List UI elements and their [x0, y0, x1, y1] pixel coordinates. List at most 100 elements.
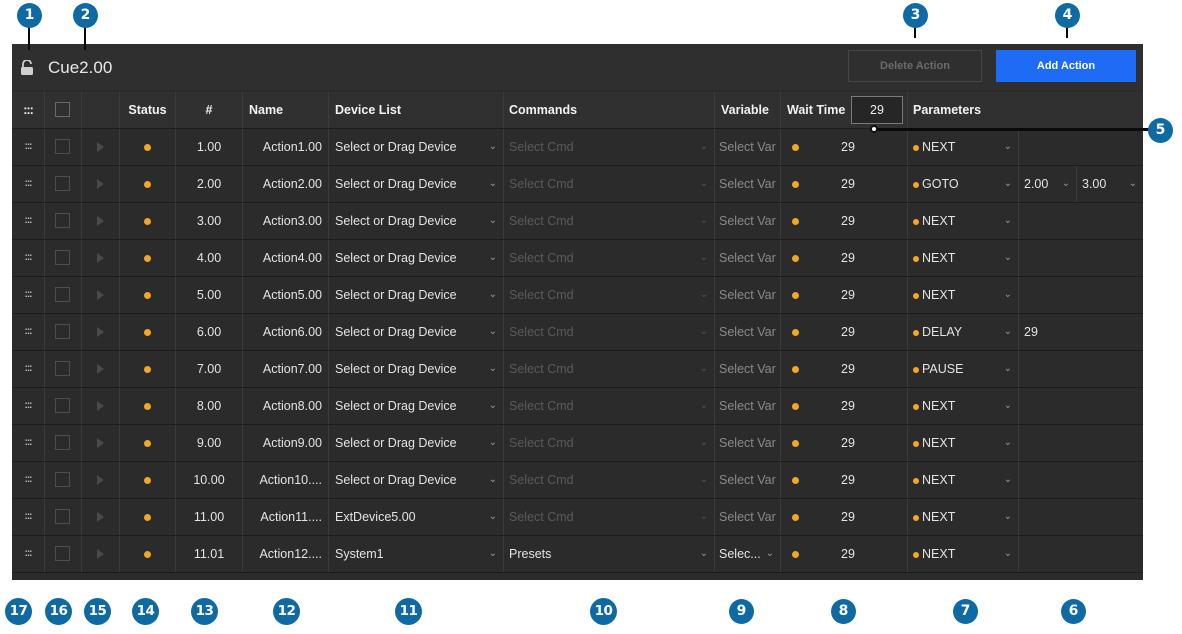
action-name[interactable]: Action11....	[243, 499, 329, 535]
parameter-extra[interactable]	[1019, 240, 1143, 276]
table-row[interactable]: ::: 2.00 Action2.00 Select or Drag Device ⌄ S…	[12, 166, 1143, 203]
wait-time-cell[interactable]: 29	[781, 462, 908, 498]
action-name[interactable]: Action5.00	[243, 277, 329, 313]
play-icon[interactable]	[82, 166, 120, 202]
drag-handle-icon[interactable]: :::	[12, 351, 45, 387]
parameter-extra[interactable]	[1019, 425, 1143, 461]
drag-handle-icon[interactable]: :::	[12, 129, 45, 165]
wait-time-cell[interactable]: 29	[781, 277, 908, 313]
action-name[interactable]: Action8.00	[243, 388, 329, 424]
command-select[interactable]: Select Cmd ⌄	[504, 240, 715, 276]
parameter-select[interactable]: NEXT ⌄	[908, 536, 1019, 572]
command-select[interactable]: Select Cmd ⌄	[504, 351, 715, 387]
table-row[interactable]: ::: 5.00 Action5.00 Select or Drag Device ⌄ S…	[12, 277, 1143, 314]
parameter-extra[interactable]	[1019, 129, 1143, 165]
variable-select[interactable]: Select Var	[715, 462, 781, 498]
parameter-extra[interactable]: 29	[1019, 314, 1143, 350]
parameter-extra[interactable]	[1019, 536, 1143, 572]
action-number[interactable]: 2.00	[176, 166, 243, 202]
parameter-extra[interactable]	[1019, 499, 1143, 535]
play-icon[interactable]	[82, 314, 120, 350]
wait-time-cell[interactable]: 29	[781, 388, 908, 424]
device-select[interactable]: System1 ⌄	[329, 536, 504, 572]
parameter-extra[interactable]	[1019, 203, 1143, 239]
variable-select[interactable]: Selec... ⌄	[715, 536, 781, 572]
action-number[interactable]: 1.00	[176, 129, 243, 165]
device-select[interactable]: Select or Drag Device ⌄	[329, 240, 504, 276]
parameter-extra[interactable]	[1019, 277, 1143, 313]
row-checkbox[interactable]	[45, 166, 82, 202]
variable-select[interactable]: Select Var	[715, 425, 781, 461]
variable-select[interactable]: Select Var	[715, 203, 781, 239]
play-icon[interactable]	[82, 129, 120, 165]
wait-time-default-input[interactable]: 29	[851, 96, 903, 124]
action-name[interactable]: Action10....	[243, 462, 329, 498]
play-icon[interactable]	[82, 425, 120, 461]
goto-cue-select[interactable]: 2.00 ⌄	[1019, 166, 1077, 202]
command-select[interactable]: Select Cmd ⌄	[504, 388, 715, 424]
action-number[interactable]: 9.00	[176, 425, 243, 461]
column-name[interactable]: Name	[243, 92, 329, 128]
wait-time-cell[interactable]: 29	[781, 314, 908, 350]
row-checkbox[interactable]	[45, 314, 82, 350]
play-icon[interactable]	[82, 277, 120, 313]
device-select[interactable]: Select or Drag Device ⌄	[329, 203, 504, 239]
device-select[interactable]: Select or Drag Device ⌄	[329, 314, 504, 350]
column-wait-time[interactable]: Wait Time 29	[781, 92, 908, 128]
device-select[interactable]: Select or Drag Device ⌄	[329, 388, 504, 424]
parameter-select[interactable]: NEXT ⌄	[908, 388, 1019, 424]
drag-handle-icon[interactable]: :::	[12, 462, 45, 498]
variable-select[interactable]: Select Var	[715, 166, 781, 202]
action-name[interactable]: Action9.00	[243, 425, 329, 461]
parameter-select[interactable]: NEXT ⌄	[908, 277, 1019, 313]
device-select[interactable]: Select or Drag Device ⌄	[329, 277, 504, 313]
action-number[interactable]: 11.01	[176, 536, 243, 572]
drag-handle-icon[interactable]: :::	[12, 166, 45, 202]
drag-handle-icon[interactable]: :::	[12, 314, 45, 350]
action-number[interactable]: 3.00	[176, 203, 243, 239]
action-name[interactable]: Action3.00	[243, 203, 329, 239]
parameter-select[interactable]: NEXT ⌄	[908, 499, 1019, 535]
row-checkbox[interactable]	[45, 203, 82, 239]
drag-handle-icon[interactable]: :::	[12, 499, 45, 535]
action-number[interactable]: 7.00	[176, 351, 243, 387]
command-select[interactable]: Select Cmd ⌄	[504, 166, 715, 202]
lock-open-icon[interactable]	[20, 60, 34, 76]
wait-time-cell[interactable]: 29	[781, 425, 908, 461]
play-icon[interactable]	[82, 388, 120, 424]
variable-select[interactable]: Select Var	[715, 277, 781, 313]
table-row[interactable]: ::: 10.00 Action10.... Select or Drag Devic…	[12, 462, 1143, 499]
variable-select[interactable]: Select Var	[715, 240, 781, 276]
action-name[interactable]: Action1.00	[243, 129, 329, 165]
parameter-select[interactable]: GOTO ⌄	[908, 166, 1019, 202]
parameter-extra[interactable]	[1019, 388, 1143, 424]
action-name[interactable]: Action4.00	[243, 240, 329, 276]
row-checkbox[interactable]	[45, 351, 82, 387]
action-number[interactable]: 8.00	[176, 388, 243, 424]
device-select[interactable]: Select or Drag Device ⌄	[329, 425, 504, 461]
table-row[interactable]: ::: 11.01 Action12.... System1 ⌄ Presets ⌄ Sele…	[12, 536, 1143, 573]
table-row[interactable]: ::: 7.00 Action7.00 Select or Drag Device ⌄ S…	[12, 351, 1143, 388]
command-select[interactable]: Select Cmd ⌄	[504, 203, 715, 239]
drag-handle-icon[interactable]: :::	[12, 388, 45, 424]
row-checkbox[interactable]	[45, 277, 82, 313]
table-row[interactable]: ::: 3.00 Action3.00 Select or Drag Device ⌄ S…	[12, 203, 1143, 240]
table-row[interactable]: ::: 4.00 Action4.00 Select or Drag Device ⌄ S…	[12, 240, 1143, 277]
delete-action-button[interactable]: Delete Action	[848, 50, 982, 82]
action-number[interactable]: 4.00	[176, 240, 243, 276]
column-variable[interactable]: Variable	[715, 92, 781, 128]
command-select[interactable]: Presets ⌄	[504, 536, 715, 572]
row-checkbox[interactable]	[45, 129, 82, 165]
drag-handle-icon[interactable]: :::	[12, 203, 45, 239]
wait-time-cell[interactable]: 29	[781, 203, 908, 239]
column-device-list[interactable]: Device List	[329, 92, 504, 128]
select-all-checkbox[interactable]	[45, 92, 82, 128]
variable-select[interactable]: Select Var	[715, 351, 781, 387]
parameter-select[interactable]: DELAY ⌄	[908, 314, 1019, 350]
row-checkbox[interactable]	[45, 240, 82, 276]
add-action-button[interactable]: Add Action	[996, 50, 1136, 82]
action-name[interactable]: Action2.00	[243, 166, 329, 202]
variable-select[interactable]: Select Var	[715, 129, 781, 165]
wait-time-cell[interactable]: 29	[781, 499, 908, 535]
table-row[interactable]: ::: 1.00 Action1.00 Select or Drag Device ⌄ S…	[12, 129, 1143, 166]
